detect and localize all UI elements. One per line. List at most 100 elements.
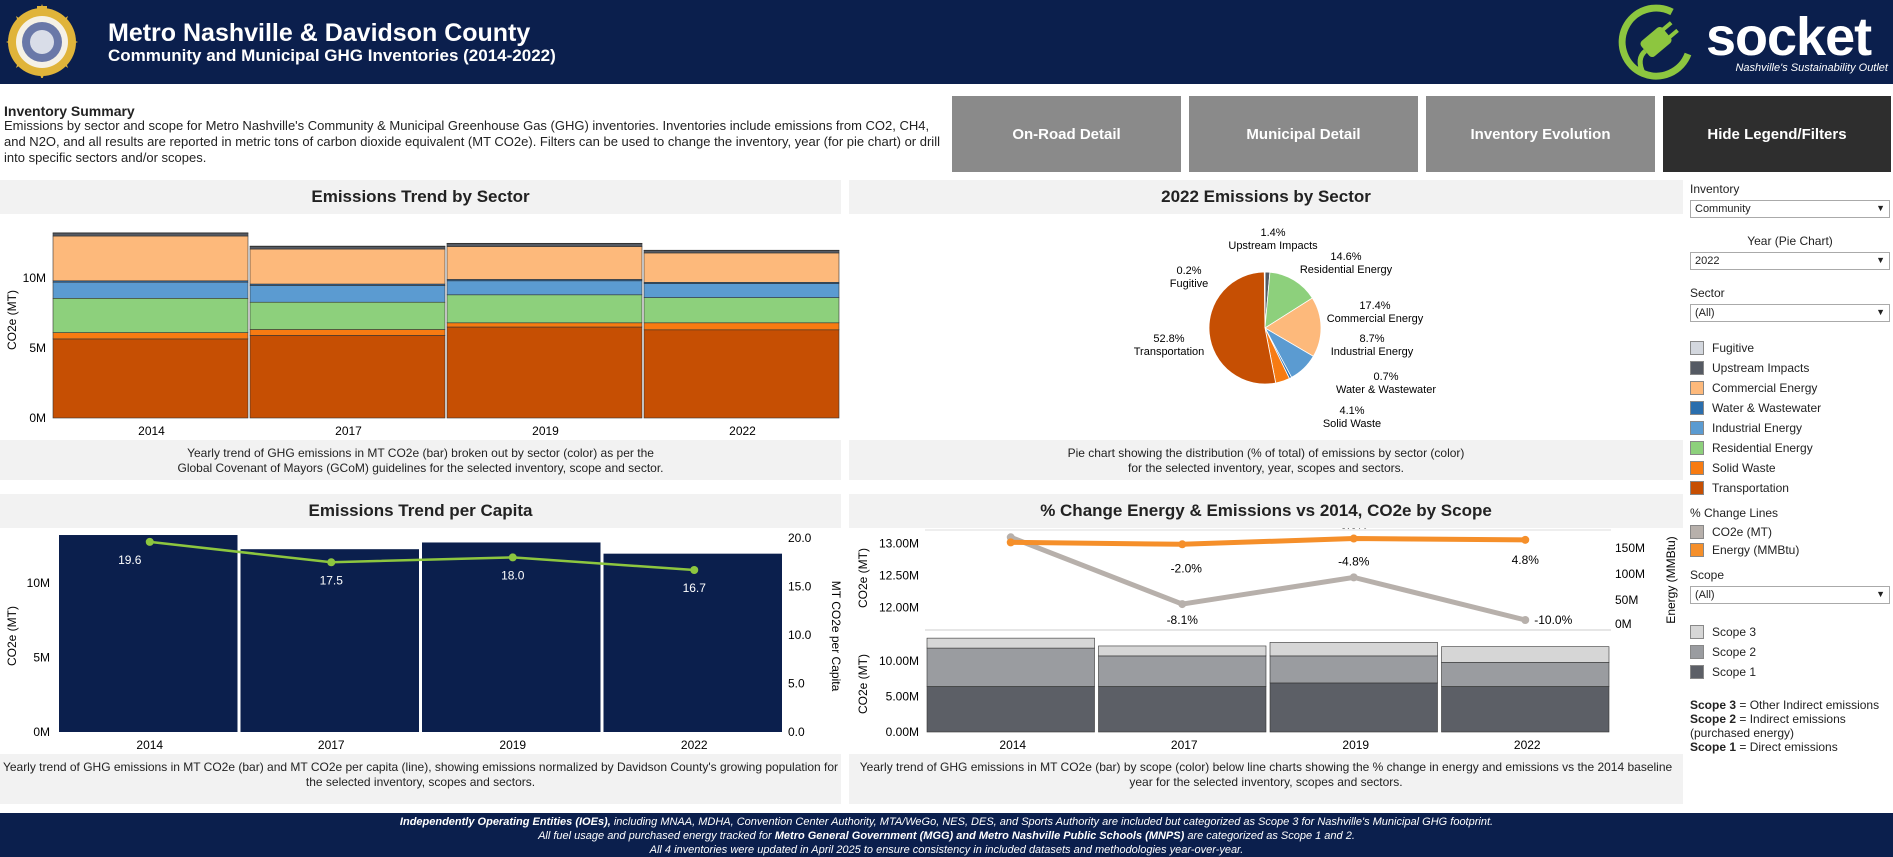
y2-tick-label: 5.0	[788, 677, 805, 691]
y-tick-label: 5M	[33, 650, 50, 664]
y-axis-label: CO2e (MT)	[5, 290, 19, 350]
year-dropdown[interactable]: 2022 ▼	[1690, 252, 1890, 270]
x-tick-label: 2014	[138, 424, 165, 438]
pct-legend-item-energy-mmbtu-[interactable]: Energy (MMBtu)	[1690, 542, 1799, 558]
scope-y-tick-label: 0.00M	[886, 725, 919, 739]
inventory-evolution-button[interactable]: Inventory Evolution	[1426, 96, 1655, 172]
legend-label: CO2e (MT)	[1712, 525, 1772, 539]
municipal-detail-button[interactable]: Municipal Detail	[1189, 96, 1418, 172]
pie-sector-label: Transportation	[1134, 346, 1205, 358]
bar-segment	[249, 329, 446, 336]
per-capita-caption: Yearly trend of GHG emissions in MT CO2e…	[0, 754, 841, 804]
sector-dropdown-value: (All)	[1695, 307, 1715, 319]
socket-logo-text: socket	[1706, 7, 1872, 67]
legend-swatch	[1690, 625, 1704, 639]
pie-caption-line1: Pie chart showing the distribution (% of…	[1067, 446, 1465, 460]
per-capita-chart: CO2e (MT) MT CO2e per Capita 0M 5M 10M 0.0 5.0…	[5, 531, 841, 752]
pie-pct-label: 14.6%	[1330, 251, 1361, 263]
legend-swatch	[1690, 361, 1704, 375]
pie-pct-label: 8.7%	[1359, 333, 1384, 345]
sector-dropdown[interactable]: (All) ▼	[1690, 304, 1890, 322]
pie-sector-label: Upstream Impacts	[1228, 240, 1318, 252]
y-tick-label: 5M	[29, 341, 46, 355]
sector-legend-item-upstream-impacts[interactable]: Upstream Impacts	[1690, 360, 1809, 376]
x-tick-label: 2014	[136, 738, 163, 752]
pct-change-label: -2.0%	[1171, 561, 1203, 575]
inventory-dropdown[interactable]: Community ▼	[1690, 200, 1890, 218]
scope-bar-segment	[1098, 645, 1267, 657]
app-subtitle: Community and Municipal GHG Inventories …	[108, 46, 556, 65]
pie-pct-label: 4.1%	[1339, 405, 1364, 417]
pie-sector-label: Solid Waste	[1323, 418, 1381, 430]
pie-pct-label: 1.4%	[1260, 227, 1285, 239]
pct-change-label: 6.6%	[1340, 528, 1368, 532]
legend-swatch	[1690, 525, 1704, 539]
y-tick-label: 10M	[23, 271, 46, 285]
x-tick-label: 2014	[999, 738, 1026, 752]
scope-bar-segment	[1269, 655, 1438, 684]
bar-segment	[52, 298, 249, 333]
line-y-tick-label: 12.50M	[879, 568, 919, 582]
legend-swatch	[1690, 461, 1704, 475]
scope-bar-segment	[926, 686, 1095, 733]
scope-bar-segment	[1441, 662, 1610, 687]
pct-change-point	[1178, 540, 1187, 549]
x-tick-label: 2022	[729, 424, 756, 438]
scope-note-2: Scope 2 = Indirect emissions (purchased …	[1690, 712, 1846, 740]
bar-segment	[643, 250, 840, 254]
scope-legend-item-scope-1[interactable]: Scope 1	[1690, 664, 1756, 680]
scope-legend-item-scope-2[interactable]: Scope 2	[1690, 644, 1756, 660]
y-tick-label: 0M	[33, 725, 50, 739]
summary-text: Emissions by sector and scope for Metro …	[4, 118, 940, 165]
sector-legend-item-industrial-energy[interactable]: Industrial Energy	[1690, 420, 1802, 436]
pie-sector-label: Water & Wastewater	[1336, 384, 1436, 396]
bar-segment	[446, 326, 643, 419]
line-y2-tick-label: 150M	[1615, 541, 1645, 555]
pct-legend-item-co2e-mt-[interactable]: CO2e (MT)	[1690, 524, 1772, 540]
scope-legend-item-scope-3[interactable]: Scope 3	[1690, 624, 1756, 640]
x-tick-label: 2022	[681, 738, 708, 752]
legend-label: Residential Energy	[1712, 441, 1813, 455]
pct-change-line	[1009, 534, 1526, 623]
scope-dropdown[interactable]: (All) ▼	[1690, 586, 1890, 604]
sector-legend-item-water-wastewater[interactable]: Water & Wastewater	[1690, 400, 1821, 416]
y2-tick-label: 15.0	[788, 580, 812, 594]
sector-legend-item-residential-energy[interactable]: Residential Energy	[1690, 440, 1813, 456]
scope-bar-segment	[1098, 686, 1267, 733]
pct-lines-label: % Change Lines	[1690, 506, 1779, 520]
scope-note-3: Scope 3 = Other Indirect emissions	[1690, 698, 1880, 712]
bar-segment	[52, 338, 249, 419]
hide-legend-filters-button[interactable]: Hide Legend/Filters	[1663, 96, 1891, 172]
pct-change-point	[1006, 538, 1015, 547]
pct-change-label: 4.8%	[1512, 553, 1540, 567]
bar-segment	[52, 232, 249, 237]
pie-title: 2022 Emissions by Sector	[849, 180, 1683, 214]
legend-swatch	[1690, 441, 1704, 455]
sector-legend-item-solid-waste[interactable]: Solid Waste	[1690, 460, 1776, 476]
y2-tick-label: 10.0	[788, 628, 812, 642]
y2-tick-label: 0.0	[788, 725, 805, 739]
x-tick-label: 2019	[1342, 738, 1369, 752]
legend-swatch	[1690, 481, 1704, 495]
scope-notes: Scope 3 = Other Indirect emissions Scope…	[1690, 698, 1893, 754]
sector-legend-item-commercial-energy[interactable]: Commercial Energy	[1690, 380, 1817, 396]
legend-label: Scope 1	[1712, 665, 1757, 679]
scope-bar-segment	[1269, 642, 1438, 657]
scope-bar-segment	[1098, 655, 1267, 687]
line-y-axis-label: CO2e (MT)	[856, 548, 870, 608]
pct-change-point	[1349, 534, 1358, 543]
year-filter-label: Year (Pie Chart)	[1747, 234, 1833, 248]
pct-change-caption-line1: Yearly trend of GHG emissions in MT CO2e…	[859, 760, 1673, 774]
on-road-detail-button[interactable]: On-Road Detail	[952, 96, 1181, 172]
per-capita-point	[690, 566, 699, 575]
bar-segment	[643, 329, 840, 419]
per-capita-caption-line1: Yearly trend of GHG emissions in MT CO2e…	[2, 760, 839, 774]
legend-label: Transportation	[1712, 481, 1789, 495]
sector-legend-item-fugitive[interactable]: Fugitive	[1690, 340, 1754, 356]
line-y-tick-label: 13.00M	[879, 537, 919, 551]
legend-swatch	[1690, 645, 1704, 659]
x-tick-label: 2017	[318, 738, 345, 752]
per-capita-label: 18.0	[501, 568, 525, 582]
line-y-tick-label: 12.00M	[879, 600, 919, 614]
sector-legend-item-transportation[interactable]: Transportation	[1690, 480, 1789, 496]
